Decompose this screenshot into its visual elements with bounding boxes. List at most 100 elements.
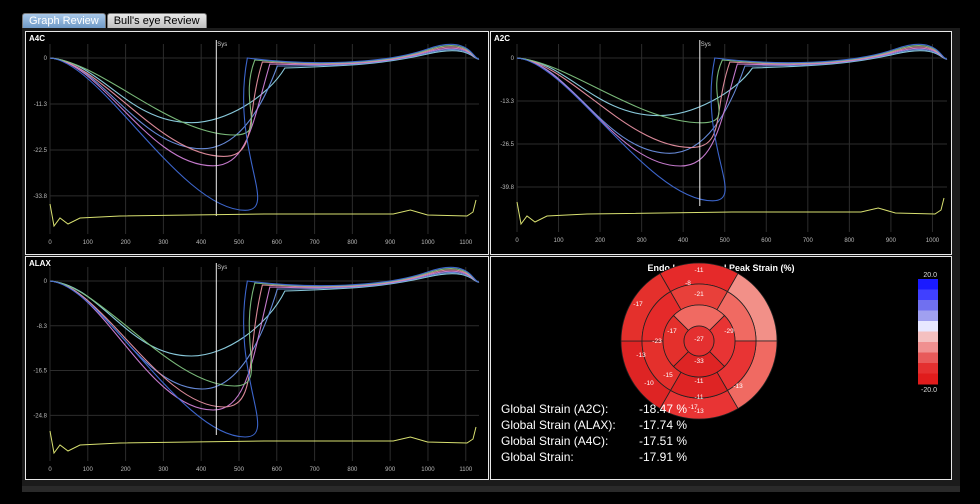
- x-tick-label: 1100: [459, 240, 473, 246]
- a2c-strain-graph[interactable]: 0 100 200 300 400 500 600 700 800 900 1000 0 -13.3 -2…: [490, 31, 952, 255]
- segment-value: -17: [667, 328, 677, 335]
- panel-label-alax: ALAX: [29, 259, 51, 268]
- global-strain-value: -18.47 %: [639, 402, 688, 416]
- segment-value: -15: [663, 372, 673, 379]
- x-tick-label: 300: [158, 467, 169, 473]
- strain-curve: [516, 43, 948, 202]
- x-tick-label: 0: [48, 467, 52, 473]
- color-scale-step: [918, 279, 938, 290]
- scale-max-label: 20.0: [923, 272, 937, 279]
- alax-strain-plot: 0 100 200 300 400 500 600 700 800 900 1000 1100 0 -8.…: [33, 263, 480, 473]
- x-tick-label: 1000: [421, 240, 435, 246]
- segment-value: -29: [724, 328, 734, 335]
- segment-value: -33: [694, 358, 704, 365]
- scale-min-label: -20.0: [921, 387, 937, 394]
- ecg-trace: [49, 199, 477, 228]
- segment-value: -27: [694, 336, 704, 343]
- color-scale-step: [918, 373, 938, 385]
- segment-value: -11: [695, 267, 704, 274]
- strain-curve: [49, 266, 480, 438]
- ecg-trace: [49, 426, 477, 455]
- color-scale-step: [918, 289, 938, 301]
- sys-marker-label: Sys: [701, 42, 711, 48]
- global-strain-value: -17.91 %: [639, 450, 688, 464]
- x-tick-label: 700: [310, 467, 321, 473]
- panel-label-a2c: A2C: [494, 34, 511, 43]
- x-tick-label: 600: [272, 467, 283, 473]
- y-tick-label: -26.5: [500, 142, 514, 148]
- global-strain-label: Global Strain (A4C):: [501, 434, 609, 448]
- segment-value: -8: [685, 280, 691, 287]
- x-tick-label: 300: [637, 238, 648, 244]
- tab-bulls-eye-review[interactable]: Bull's eye Review: [106, 13, 207, 29]
- panel-label-a4c: A4C: [29, 34, 46, 43]
- x-tick-label: 100: [554, 238, 565, 244]
- x-tick-label: 800: [347, 240, 358, 246]
- tab-bar: Graph Review Bull's eye Review: [22, 13, 208, 29]
- color-scale-step: [918, 352, 938, 364]
- x-tick-label: 900: [385, 467, 396, 473]
- x-tick-label: 400: [196, 467, 207, 473]
- color-scale-step: [918, 300, 938, 311]
- x-tick-label: 900: [385, 240, 396, 246]
- color-scale-step: [918, 331, 938, 343]
- global-strain-value: -17.51 %: [639, 434, 688, 448]
- strain-curve: [49, 50, 480, 124]
- global-strain-label: Global Strain:: [501, 450, 574, 464]
- alax-strain-graph[interactable]: 0 100 200 300 400 500 600 700 800 900 1000 1100 0 -8.…: [25, 256, 489, 480]
- segment-value: -13: [636, 352, 646, 359]
- x-tick-label: 200: [121, 467, 132, 473]
- y-tick-label: 0: [44, 56, 48, 62]
- x-tick-label: 600: [761, 238, 772, 244]
- y-tick-label: -39.8: [500, 185, 514, 191]
- x-tick-label: 500: [234, 467, 245, 473]
- tab-graph-review[interactable]: Graph Review: [22, 13, 106, 29]
- segment-value: -13: [694, 408, 704, 415]
- x-tick-label: 400: [196, 240, 207, 246]
- segment-value: -13: [733, 383, 743, 390]
- review-frame: 0 100 200 300 400 500 600 700 800 900 1000 1100 0 -11…: [22, 28, 960, 486]
- color-scale-step: [918, 310, 938, 322]
- y-tick-label: 0: [511, 56, 515, 62]
- y-tick-label: -11.3: [34, 102, 48, 108]
- strain-curve: [49, 269, 480, 408]
- color-scale-step: [918, 342, 938, 353]
- segment-value: -17: [633, 301, 643, 308]
- x-tick-label: 0: [515, 238, 519, 244]
- a4c-strain-graph[interactable]: 0 100 200 300 400 500 600 700 800 900 1000 1100 0 -11…: [25, 31, 489, 255]
- strain-curve: [49, 271, 480, 390]
- y-tick-label: -16.5: [33, 369, 47, 375]
- a4c-strain-plot: 0 100 200 300 400 500 600 700 800 900 1000 1100 0 -11…: [33, 40, 480, 246]
- x-tick-label: 1000: [421, 467, 435, 473]
- y-tick-label: -13.3: [500, 99, 514, 105]
- x-tick-label: 800: [844, 238, 855, 244]
- x-tick-label: 1000: [926, 238, 940, 244]
- x-tick-label: 900: [886, 238, 897, 244]
- global-strain-row: Global Strain (A4C): -17.51 %: [501, 433, 687, 449]
- sys-marker-label: Sys: [217, 265, 227, 271]
- x-tick-label: 100: [83, 240, 94, 246]
- global-strain-label: Global Strain (A2C):: [501, 402, 609, 416]
- strain-curve: [49, 43, 480, 211]
- global-strain-label: Global Strain (ALAX):: [501, 418, 616, 432]
- y-tick-label: -33.8: [33, 194, 47, 200]
- strain-curve: [49, 48, 480, 150]
- x-tick-label: 300: [158, 240, 169, 246]
- segment-value: -11: [695, 378, 704, 385]
- bottom-scrollbar[interactable]: [22, 486, 960, 492]
- x-tick-label: 200: [595, 238, 606, 244]
- y-tick-label: -22.5: [33, 148, 47, 154]
- a2c-strain-plot: 0 100 200 300 400 500 600 700 800 900 1000 0 -13.3 -2…: [500, 40, 948, 244]
- global-strain-row: Global Strain (ALAX): -17.74 %: [501, 417, 687, 433]
- strain-curve: [516, 47, 948, 167]
- segment-value: -10: [644, 380, 654, 387]
- x-tick-label: 400: [678, 238, 689, 244]
- x-tick-label: 500: [720, 238, 731, 244]
- segment-value: -11: [695, 394, 704, 401]
- x-tick-label: 1100: [459, 467, 473, 473]
- bullseye-panel: Endo Longitudinal Peak Strain (%) -11-8-…: [490, 256, 952, 480]
- global-strain-row: Global Strain (A2C): -18.47 %: [501, 401, 687, 417]
- x-tick-label: 700: [803, 238, 814, 244]
- x-tick-label: 800: [347, 467, 358, 473]
- global-strain-list: Global Strain (A2C): -18.47 % Global Str…: [501, 401, 687, 465]
